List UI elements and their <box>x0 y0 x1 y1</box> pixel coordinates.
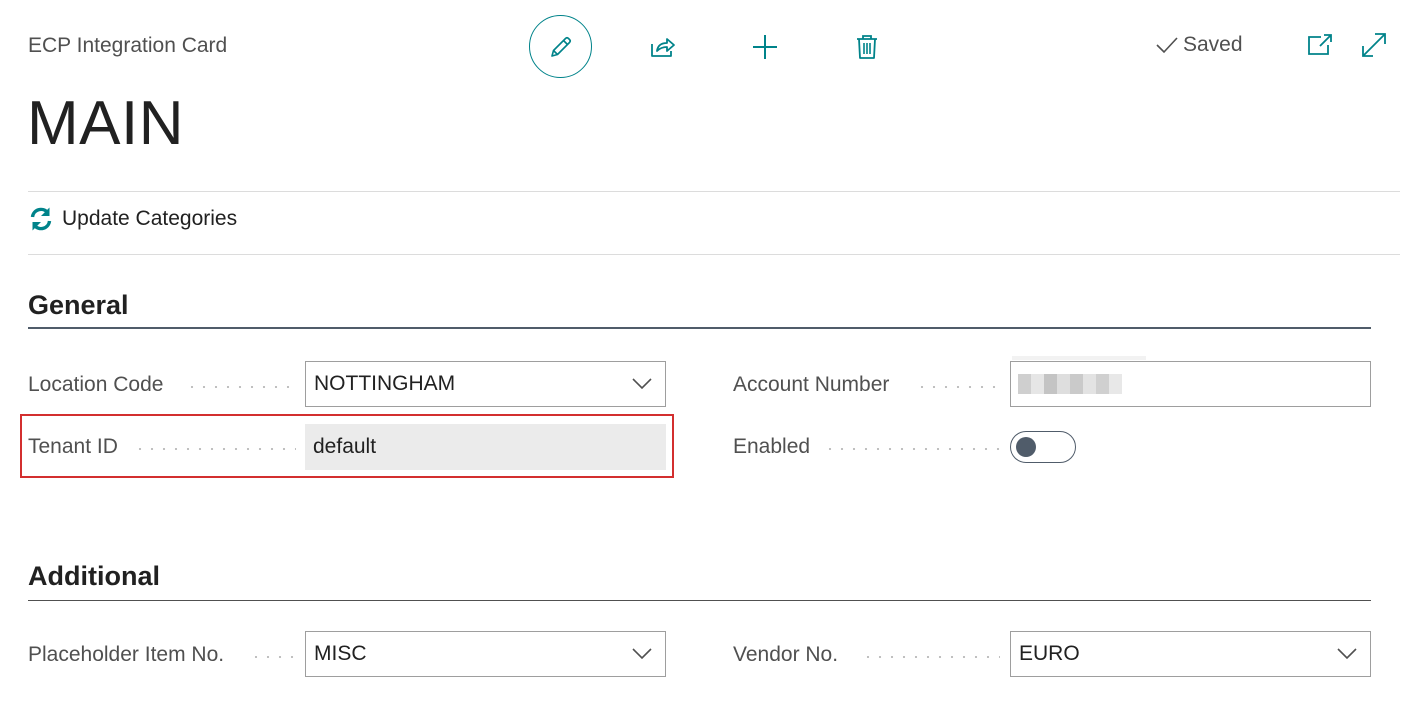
location-code-leader <box>186 386 296 388</box>
open-new-window-icon <box>1308 34 1332 55</box>
saved-status: Saved <box>1155 33 1243 57</box>
vendor-no-leader <box>862 656 1000 658</box>
account-number-field[interactable] <box>1010 361 1371 407</box>
placeholder-item-no-label: Placeholder Item No. <box>28 643 225 666</box>
location-code-value: NOTTINGHAM <box>314 372 456 395</box>
section-title-additional[interactable]: Additional <box>28 561 160 592</box>
toggle-knob <box>1016 437 1036 457</box>
location-code-dropdown[interactable]: NOTTINGHAM <box>305 361 666 407</box>
tenant-id-field[interactable]: default <box>305 424 666 470</box>
general-section-rule <box>28 327 1371 329</box>
share-icon <box>651 38 675 57</box>
refresh-icon <box>30 207 52 231</box>
page-caption: ECP Integration Card <box>28 34 228 57</box>
enabled-leader <box>824 448 1000 450</box>
checkmark-icon <box>1156 37 1178 54</box>
vendor-no-label: Vendor No. <box>733 643 839 666</box>
account-number-leader <box>916 386 1000 388</box>
pencil-icon <box>550 36 571 57</box>
expand-button[interactable] <box>1357 28 1391 62</box>
enabled-toggle[interactable] <box>1010 431 1076 463</box>
tenant-id-value: default <box>313 435 377 458</box>
trash-icon <box>857 35 877 59</box>
vendor-no-value: EURO <box>1019 642 1080 665</box>
record-title: MAIN <box>27 89 184 158</box>
action-bar-divider <box>28 254 1400 255</box>
update-categories-action[interactable]: Update Categories <box>28 206 237 232</box>
placeholder-item-no-leader <box>250 656 296 658</box>
delete-button[interactable] <box>847 27 887 67</box>
edit-button[interactable] <box>529 15 592 78</box>
tenant-id-label: Tenant ID <box>28 435 118 458</box>
update-categories-label: Update Categories <box>62 207 238 230</box>
expand-icon <box>1362 33 1386 57</box>
plus-icon <box>753 35 777 59</box>
placeholder-item-no-dropdown[interactable]: MISC <box>305 631 666 677</box>
account-number-label: Account Number <box>733 373 890 396</box>
chevron-down-icon <box>632 648 652 660</box>
account-number-overlay-strip <box>1012 356 1146 360</box>
open-new-window-button[interactable] <box>1303 28 1337 62</box>
header-divider <box>28 191 1400 192</box>
saved-label: Saved <box>1183 33 1243 56</box>
additional-section-rule <box>28 600 1371 601</box>
section-title-general[interactable]: General <box>28 290 129 321</box>
share-button[interactable] <box>643 27 683 67</box>
chevron-down-icon <box>632 378 652 390</box>
chevron-down-icon <box>1337 648 1357 660</box>
new-button[interactable] <box>745 27 785 67</box>
placeholder-item-no-value: MISC <box>314 642 367 665</box>
redacted-value <box>1018 374 1122 394</box>
location-code-label: Location Code <box>28 373 164 396</box>
enabled-label: Enabled <box>733 435 811 458</box>
tenant-id-leader <box>134 448 296 450</box>
vendor-no-dropdown[interactable]: EURO <box>1010 631 1371 677</box>
